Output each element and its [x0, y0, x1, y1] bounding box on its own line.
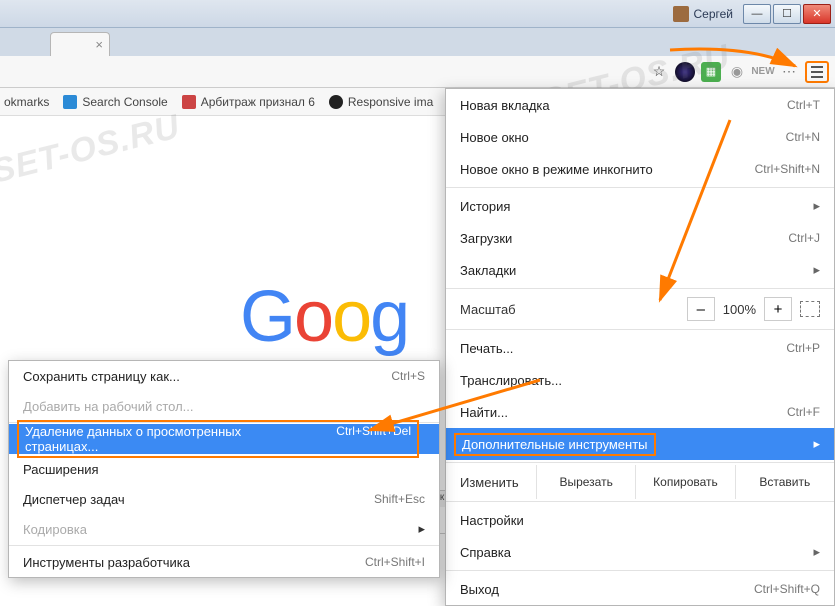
google-logo: Goog — [240, 276, 408, 358]
zoom-value: 100% — [723, 302, 756, 317]
menu-find[interactable]: Найти...Ctrl+F — [446, 396, 834, 428]
bookmark-item[interactable]: Search Console — [63, 95, 167, 109]
submenu-arrow-icon: ▸ — [418, 521, 425, 537]
user-badge: Сергей — [673, 6, 733, 22]
submenu-add-to-desktop[interactable]: Добавить на рабочий стол... — [9, 391, 439, 421]
submenu-arrow-icon: ▸ — [813, 198, 820, 214]
menu-bookmarks[interactable]: Закладки▸ — [446, 254, 834, 286]
submenu-clear-browsing-data[interactable]: Удаление данных о просмотренных страница… — [9, 424, 439, 454]
toolbar-row: ☆ ▦ ◉ NEW ⋯ — [0, 56, 835, 88]
maximize-button[interactable]: ☐ — [773, 4, 801, 24]
window-titlebar: Сергей — ☐ ✕ — [0, 0, 835, 28]
user-name: Сергей — [693, 7, 733, 21]
bookmark-item[interactable]: Арбитраж признал 6 — [182, 95, 315, 109]
bookmark-favicon-icon — [182, 95, 196, 109]
browser-tab[interactable]: × — [50, 32, 110, 56]
fullscreen-icon[interactable] — [800, 301, 820, 317]
submenu-arrow-icon: ▸ — [813, 262, 820, 278]
close-button[interactable]: ✕ — [803, 4, 831, 24]
submenu-extensions[interactable]: Расширения — [9, 454, 439, 484]
submenu-encoding[interactable]: Кодировка▸ — [9, 514, 439, 544]
submenu-task-manager[interactable]: Диспетчер задачShift+Esc — [9, 484, 439, 514]
menu-downloads[interactable]: ЗагрузкиCtrl+J — [446, 222, 834, 254]
menu-help[interactable]: Справка▸ — [446, 536, 834, 568]
tab-close-icon[interactable]: × — [95, 37, 103, 52]
menu-new-tab[interactable]: Новая вкладкаCtrl+T — [446, 89, 834, 121]
extension-icon[interactable]: ⋯ — [779, 62, 799, 82]
menu-new-window[interactable]: Новое окноCtrl+N — [446, 121, 834, 153]
camera-icon[interactable]: ◉ — [727, 62, 747, 82]
menu-history[interactable]: История▸ — [446, 190, 834, 222]
menu-more-tools[interactable]: Дополнительные инструменты▸ — [446, 428, 834, 460]
extension-icon[interactable]: ▦ — [701, 62, 721, 82]
menu-print[interactable]: Печать...Ctrl+P — [446, 332, 834, 364]
bookmark-label: Search Console — [82, 95, 167, 109]
bookmark-favicon-icon — [329, 95, 343, 109]
zoom-out-button[interactable]: – — [687, 297, 715, 321]
star-icon[interactable]: ☆ — [649, 62, 669, 82]
edit-copy[interactable]: Копировать — [635, 465, 734, 499]
submenu-developer-tools[interactable]: Инструменты разработчикаCtrl+Shift+I — [9, 547, 439, 577]
bookmark-item[interactable]: Responsive ima — [329, 95, 433, 109]
extension-icon[interactable]: NEW — [753, 62, 773, 82]
submenu-arrow-icon: ▸ — [813, 436, 820, 452]
bookmark-item[interactable]: okmarks — [4, 95, 49, 109]
menu-settings[interactable]: Настройки — [446, 504, 834, 536]
extension-icon[interactable] — [675, 62, 695, 82]
menu-exit[interactable]: ВыходCtrl+Shift+Q — [446, 573, 834, 605]
submenu-save-page-as[interactable]: Сохранить страницу как...Ctrl+S — [9, 361, 439, 391]
tab-strip: × — [0, 28, 835, 56]
bookmark-label: okmarks — [4, 95, 49, 109]
minimize-button[interactable]: — — [743, 4, 771, 24]
menu-edit-row: Изменить Вырезать Копировать Вставить — [446, 465, 834, 499]
bookmark-label: Responsive ima — [348, 95, 433, 109]
edit-paste[interactable]: Вставить — [735, 465, 834, 499]
submenu-arrow-icon: ▸ — [813, 544, 820, 560]
bookmark-favicon-icon — [63, 95, 77, 109]
zoom-in-button[interactable]: + — [764, 297, 792, 321]
more-tools-submenu: Сохранить страницу как...Ctrl+S Добавить… — [8, 360, 440, 578]
chrome-menu-button[interactable] — [805, 61, 829, 83]
menu-zoom-row: Масштаб – 100% + — [446, 291, 834, 327]
edit-cut[interactable]: Вырезать — [536, 465, 635, 499]
menu-cast[interactable]: Транслировать... — [446, 364, 834, 396]
bookmark-label: Арбитраж признал 6 — [201, 95, 315, 109]
avatar-icon — [673, 6, 689, 22]
chrome-main-menu: Новая вкладкаCtrl+T Новое окноCtrl+N Нов… — [445, 88, 835, 606]
menu-incognito[interactable]: Новое окно в режиме инкогнитоCtrl+Shift+… — [446, 153, 834, 185]
